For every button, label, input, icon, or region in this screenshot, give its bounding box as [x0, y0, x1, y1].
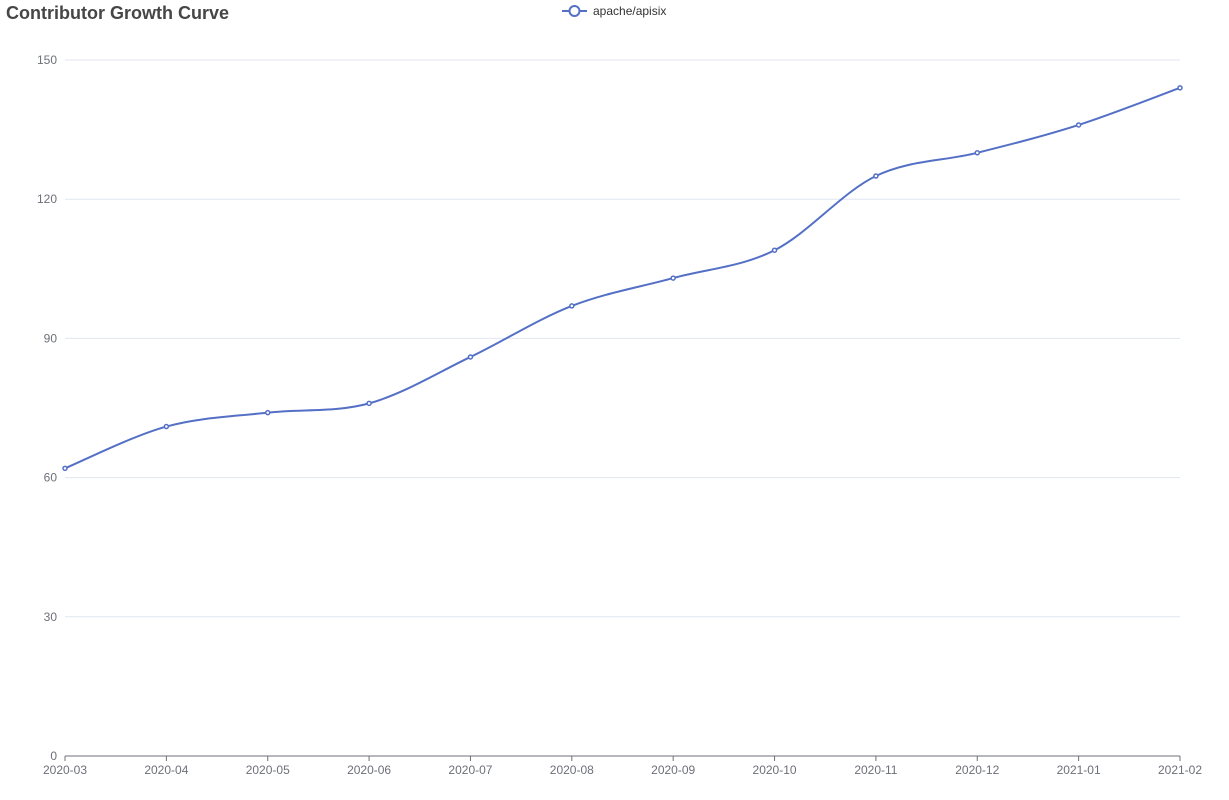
- y-tick-label: 0: [50, 749, 57, 763]
- y-tick-label: 120: [37, 192, 57, 206]
- axes: 0 30 60 90 120 150 2020-03 2020-04 2020-05 2020-0…: [37, 53, 1202, 777]
- x-tick-label: 2020-10: [753, 763, 797, 777]
- x-tick-label: 2020-03: [43, 763, 87, 777]
- data-point[interactable]: [264, 409, 271, 416]
- data-point[interactable]: [467, 354, 474, 360]
- data-point[interactable]: [569, 303, 575, 309]
- x-tick-label: 2020-11: [854, 763, 897, 777]
- x-tick-label: 2020-09: [651, 763, 695, 777]
- x-tick-label: 2020-06: [347, 763, 391, 777]
- series-apache-apisix: [62, 85, 1183, 472]
- data-point[interactable]: [1075, 122, 1082, 128]
- data-point[interactable]: [771, 247, 778, 253]
- y-tick-label: 90: [44, 331, 58, 345]
- data-point[interactable]: [974, 150, 981, 156]
- y-tick-label: 60: [44, 471, 58, 485]
- x-tick-label: 2020-08: [550, 763, 594, 777]
- x-tick-label: 2020-04: [144, 763, 188, 777]
- x-tick-label: 2021-02: [1158, 763, 1202, 777]
- data-point[interactable]: [62, 465, 68, 472]
- y-tick-label: 30: [44, 610, 58, 624]
- data-point[interactable]: [670, 275, 676, 281]
- y-tick-label: 150: [37, 53, 57, 67]
- data-point[interactable]: [366, 400, 372, 407]
- data-point[interactable]: [1177, 85, 1183, 91]
- x-tick-label: 2020-05: [246, 763, 290, 777]
- data-point[interactable]: [873, 173, 879, 179]
- x-tick-label: 2020-12: [955, 763, 999, 777]
- x-tick-label: 2021-01: [1057, 763, 1101, 777]
- data-point[interactable]: [163, 423, 170, 430]
- x-tick-label: 2020-07: [448, 763, 492, 777]
- series-line: [64, 86, 1181, 470]
- line-chart: 0 30 60 90 120 150 2020-03 2020-04 2020-05 2020-0…: [37, 53, 1202, 777]
